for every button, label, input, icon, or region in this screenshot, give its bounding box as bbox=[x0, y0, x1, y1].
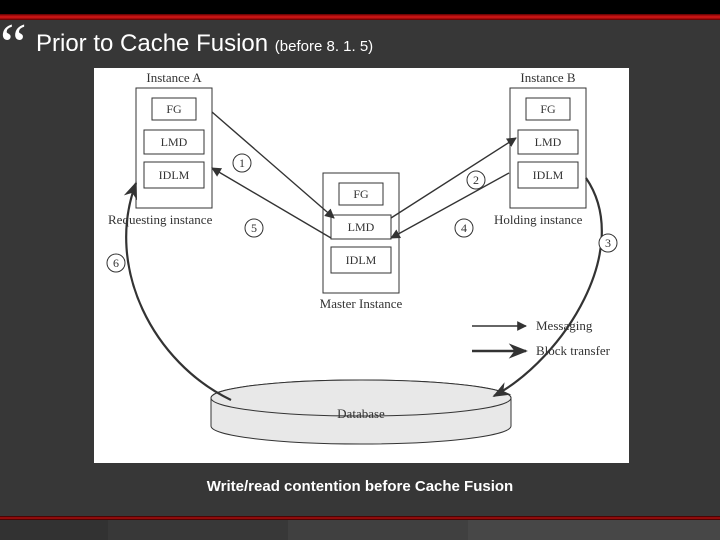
master-header: Master Instance bbox=[320, 296, 403, 311]
instance-b-idlm: IDLM bbox=[533, 168, 564, 182]
instance-a-header: Instance A bbox=[146, 70, 202, 85]
master-idlm: IDLM bbox=[346, 253, 377, 267]
legend-block-transfer: Block transfer bbox=[536, 343, 611, 358]
diagram-caption: Write/read contention before Cache Fusio… bbox=[0, 478, 720, 495]
instance-b-block: Instance B FG LMD IDLM Holding instance bbox=[494, 70, 586, 227]
slide-root: “ Prior to Cache Fusion (before 8. 1. 5)… bbox=[0, 0, 720, 540]
instance-a-lmd: LMD bbox=[161, 135, 188, 149]
architecture-diagram: Instance A FG LMD IDLM Requesting instan… bbox=[94, 68, 629, 463]
title-sub: (before 8. 1. 5) bbox=[275, 38, 373, 55]
database-cylinder: Database bbox=[211, 380, 511, 444]
slide-title: Prior to Cache Fusion (before 8. 1. 5) bbox=[36, 30, 373, 58]
step-2: 2 bbox=[473, 173, 479, 187]
master-fg: FG bbox=[353, 187, 369, 201]
step-5: 5 bbox=[251, 221, 257, 235]
step-4: 4 bbox=[461, 221, 467, 235]
instance-a-fg: FG bbox=[166, 102, 182, 116]
top-black-bar bbox=[0, 0, 720, 14]
instance-b-lmd: LMD bbox=[535, 135, 562, 149]
top-red-divider bbox=[0, 14, 720, 20]
master-lmd: LMD bbox=[348, 220, 375, 234]
step-1: 1 bbox=[239, 156, 245, 170]
master-instance-block: FG LMD IDLM Master Instance bbox=[320, 173, 403, 311]
title-main: Prior to Cache Fusion bbox=[36, 30, 268, 57]
step-6: 6 bbox=[113, 256, 119, 270]
legend-messaging: Messaging bbox=[536, 318, 593, 333]
database-label: Database bbox=[337, 406, 385, 421]
instance-b-header: Instance B bbox=[520, 70, 576, 85]
instance-a-block: Instance A FG LMD IDLM Requesting instan… bbox=[108, 70, 213, 227]
step-3: 3 bbox=[605, 236, 611, 250]
instance-a-role: Requesting instance bbox=[108, 212, 213, 227]
instance-a-idlm: IDLM bbox=[159, 168, 190, 182]
quote-bullet-icon: “ bbox=[0, 15, 27, 75]
instance-b-role: Holding instance bbox=[494, 212, 583, 227]
legend: Messaging Block transfer bbox=[472, 318, 611, 358]
bottom-gradient-bar bbox=[0, 520, 720, 540]
instance-b-fg: FG bbox=[540, 102, 556, 116]
